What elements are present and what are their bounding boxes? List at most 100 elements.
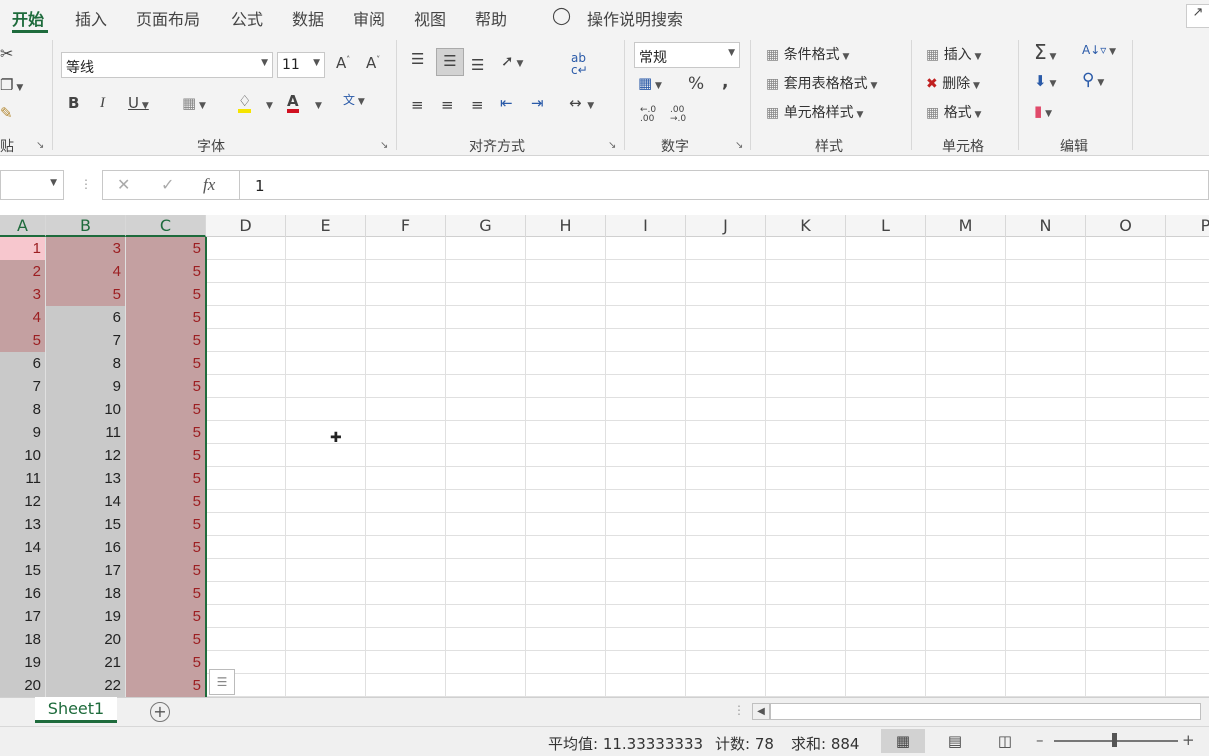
- cut-icon[interactable]: ✂: [0, 46, 13, 62]
- format-cells-button[interactable]: ▦ 格式 ▼: [926, 102, 981, 122]
- lightbulb-icon[interactable]: ◯: [552, 6, 571, 26]
- page-break-view-icon[interactable]: ◫: [983, 729, 1027, 753]
- column-header-d[interactable]: D: [206, 215, 286, 237]
- column-header-c[interactable]: C: [126, 215, 206, 237]
- normal-view-icon[interactable]: ▦: [881, 729, 925, 753]
- align-center-icon[interactable]: ≡: [441, 98, 454, 113]
- zoom-slider-thumb[interactable]: [1112, 733, 1117, 747]
- cell-a8[interactable]: 8: [0, 398, 45, 421]
- sort-filter-icon[interactable]: A↓▿ ▼: [1082, 44, 1116, 57]
- add-sheet-icon[interactable]: +: [150, 702, 170, 722]
- cell-b5[interactable]: 7: [46, 329, 125, 352]
- cell-a16[interactable]: 16: [0, 582, 45, 605]
- cell-b9[interactable]: 11: [46, 421, 125, 444]
- font-launcher-icon[interactable]: ↘: [380, 140, 388, 151]
- chevron-down-icon[interactable]: ▼: [266, 102, 273, 111]
- currency-icon[interactable]: ▦ ▼: [638, 76, 662, 91]
- cell-c5[interactable]: 5: [126, 329, 205, 352]
- insert-cells-button[interactable]: ▦ 插入 ▼: [926, 44, 981, 64]
- delete-cells-button[interactable]: ✖ 删除 ▼: [926, 73, 980, 93]
- number-launcher-icon[interactable]: ↘: [735, 140, 743, 151]
- cell-c6[interactable]: 5: [126, 352, 205, 375]
- border-icon[interactable]: ▦ ▼: [182, 96, 206, 111]
- column-header-e[interactable]: E: [286, 215, 366, 237]
- cell-c8[interactable]: 5: [126, 398, 205, 421]
- column-header-p[interactable]: P: [1166, 215, 1209, 237]
- font-name-combo[interactable]: 等线 ▼: [61, 52, 273, 78]
- cell-c10[interactable]: 5: [126, 444, 205, 467]
- tab-data[interactable]: 数据: [292, 6, 324, 30]
- increase-font-icon[interactable]: A˄: [336, 56, 350, 71]
- cell-a3[interactable]: 3: [0, 283, 45, 306]
- italic-icon[interactable]: I: [100, 96, 105, 111]
- cell-a6[interactable]: 6: [0, 352, 45, 375]
- cell-a1[interactable]: 1: [0, 237, 45, 260]
- cell-a7[interactable]: 7: [0, 375, 45, 398]
- cell-b2[interactable]: 4: [46, 260, 125, 283]
- cell-b19[interactable]: 21: [46, 651, 125, 674]
- format-painter-icon[interactable]: ✎: [0, 106, 13, 121]
- font-size-combo[interactable]: 11 ▼: [277, 52, 325, 78]
- cell-a11[interactable]: 11: [0, 467, 45, 490]
- zoom-in-icon[interactable]: +: [1182, 731, 1195, 749]
- percent-icon[interactable]: %: [688, 76, 704, 93]
- align-top-icon[interactable]: ☰: [411, 52, 424, 67]
- column-header-i[interactable]: I: [606, 215, 686, 237]
- copy-icon[interactable]: ❐ ▼: [0, 78, 23, 93]
- align-bottom-icon[interactable]: ☰: [471, 58, 484, 73]
- cell-c16[interactable]: 5: [126, 582, 205, 605]
- cancel-icon[interactable]: ✕: [117, 175, 130, 194]
- number-format-combo[interactable]: 常规 ▼: [634, 42, 740, 68]
- format-as-table-button[interactable]: ▦ 套用表格格式 ▼: [766, 73, 877, 93]
- increase-decimal-icon[interactable]: ←.0.00: [640, 106, 656, 124]
- tab-split-handle-icon[interactable]: ⋮: [733, 703, 745, 717]
- zoom-out-icon[interactable]: –: [1036, 731, 1044, 749]
- cell-b7[interactable]: 9: [46, 375, 125, 398]
- worksheet-grid[interactable]: 1 3 5 2 4 5 3 5 5 4 6 5 5 7 5 6 8 5 7 9 5 8 10 5 9 11 5 10 12 5 11 13 5 1…: [0, 237, 1209, 697]
- cell-b14[interactable]: 16: [46, 536, 125, 559]
- column-header-j[interactable]: J: [686, 215, 766, 237]
- cell-a5[interactable]: 5: [0, 329, 45, 352]
- cell-b10[interactable]: 12: [46, 444, 125, 467]
- cell-c11[interactable]: 5: [126, 467, 205, 490]
- alignment-launcher-icon[interactable]: ↘: [608, 140, 616, 151]
- horizontal-scrollbar[interactable]: [770, 703, 1201, 720]
- cell-c20[interactable]: 5: [126, 674, 205, 697]
- tab-view[interactable]: 视图: [414, 6, 446, 30]
- clear-icon[interactable]: ▮ ▼: [1034, 104, 1052, 119]
- page-layout-view-icon[interactable]: ▤: [933, 729, 977, 753]
- cell-a17[interactable]: 17: [0, 605, 45, 628]
- decrease-decimal-icon[interactable]: .00 →.0: [670, 106, 686, 124]
- column-header-m[interactable]: M: [926, 215, 1006, 237]
- conditional-format-button[interactable]: ▦ 条件格式 ▼: [766, 44, 849, 64]
- column-header-b[interactable]: B: [46, 215, 126, 237]
- increase-indent-icon[interactable]: ⇥: [531, 96, 544, 111]
- column-header-l[interactable]: L: [846, 215, 926, 237]
- cell-b17[interactable]: 19: [46, 605, 125, 628]
- cell-c4[interactable]: 5: [126, 306, 205, 329]
- tab-insert[interactable]: 插入: [75, 6, 107, 30]
- cell-c14[interactable]: 5: [126, 536, 205, 559]
- underline-icon[interactable]: U ▼: [128, 96, 149, 111]
- bold-icon[interactable]: B: [68, 96, 79, 111]
- cell-a13[interactable]: 13: [0, 513, 45, 536]
- cell-a2[interactable]: 2: [0, 260, 45, 283]
- cell-styles-button[interactable]: ▦ 单元格样式 ▼: [766, 102, 863, 122]
- cell-c19[interactable]: 5: [126, 651, 205, 674]
- sheet-tab[interactable]: Sheet1: [35, 697, 117, 723]
- align-right-icon[interactable]: ≡: [471, 98, 484, 113]
- cell-b12[interactable]: 14: [46, 490, 125, 513]
- tab-page-layout[interactable]: 页面布局: [136, 6, 200, 30]
- decrease-font-icon[interactable]: A˅: [366, 56, 380, 71]
- cell-c3[interactable]: 5: [126, 283, 205, 306]
- wrap-text-icon[interactable]: ab c↵: [571, 52, 588, 76]
- column-header-n[interactable]: N: [1006, 215, 1086, 237]
- cell-b13[interactable]: 15: [46, 513, 125, 536]
- column-header-k[interactable]: K: [766, 215, 846, 237]
- name-box[interactable]: ▼: [0, 170, 64, 200]
- cell-a12[interactable]: 12: [0, 490, 45, 513]
- column-header-f[interactable]: F: [366, 215, 446, 237]
- align-middle-icon[interactable]: ☰: [436, 48, 464, 76]
- more-options-icon[interactable]: ⋮: [80, 177, 92, 191]
- share-icon[interactable]: ↗: [1186, 4, 1209, 28]
